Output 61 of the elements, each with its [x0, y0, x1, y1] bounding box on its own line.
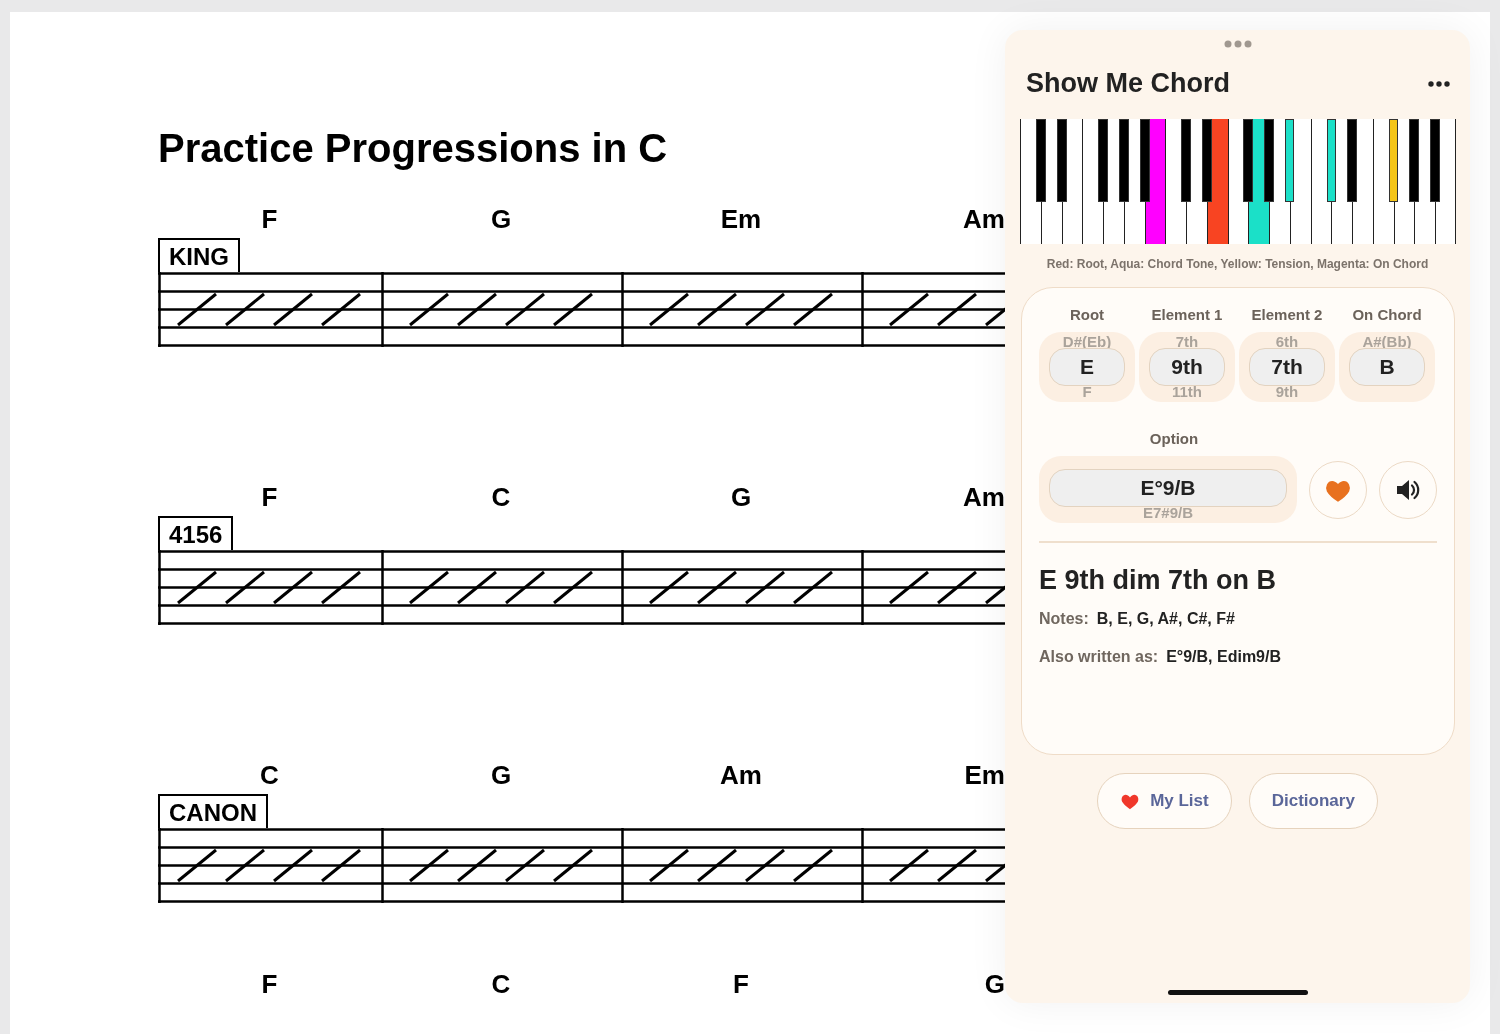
picker-option[interactable]: 7th	[1175, 334, 1199, 350]
chord-name: C	[491, 968, 511, 1001]
section-label: CANON	[158, 794, 268, 828]
handle-icon[interactable]	[1223, 40, 1252, 48]
chord-name: Em	[964, 759, 1005, 792]
chord-name: G	[490, 759, 512, 792]
picker-heading: Root	[1069, 306, 1105, 324]
chord-name: F	[733, 968, 749, 1001]
chord-name: F	[261, 968, 278, 1001]
picker-option[interactable]: 6th	[1275, 334, 1299, 350]
picker-heading: Element 2	[1251, 306, 1323, 324]
option-heading: Option	[1149, 430, 1199, 448]
chord-name: Am	[963, 481, 1005, 514]
picker-option[interactable]: A#(Bb)	[1362, 334, 1412, 350]
picker-value[interactable]: E	[1049, 348, 1125, 386]
also-written-label: Also written as:	[1039, 647, 1159, 666]
also-written-value: E°9/B, Edim9/B	[1166, 647, 1281, 666]
picker-option[interactable]: E7#9/B	[1142, 505, 1193, 521]
picker-heading: On Chord	[1352, 306, 1422, 324]
piano-key[interactable]	[1118, 119, 1129, 202]
picker-option[interactable]: 11th	[1172, 384, 1202, 400]
chord-name: G	[984, 968, 1005, 1001]
piano-key[interactable]	[1409, 119, 1420, 202]
picker-value[interactable]: 9th	[1149, 348, 1225, 386]
chord-name: G	[730, 481, 752, 514]
piano-key[interactable]	[1035, 119, 1046, 202]
chord-name: F	[261, 481, 278, 514]
section-label: 4156	[158, 516, 234, 550]
chord-name: G	[490, 203, 512, 236]
chord-name: Am	[963, 203, 1005, 236]
color-legend: Red: Root, Aqua: Chord Tone, Yellow: Tension, Magenta: On Chord	[1046, 257, 1429, 271]
piano-key[interactable]	[1285, 119, 1295, 202]
picker-option[interactable]: F	[1082, 384, 1092, 400]
notes-label: Notes:	[1039, 609, 1089, 628]
picker-heading: Element 1	[1151, 306, 1223, 324]
chord-name: Am	[720, 759, 762, 792]
chord-name-title: E 9th dim 7th on B	[1039, 564, 1277, 596]
piano-key[interactable]	[1326, 119, 1336, 202]
piano-key[interactable]	[1243, 119, 1254, 202]
speaker-icon	[1395, 477, 1421, 502]
picker-option[interactable]: D#(Eb)	[1062, 334, 1112, 350]
chord-name: C	[260, 759, 279, 792]
piano-key[interactable]	[1056, 119, 1067, 202]
chord-name: F	[261, 203, 278, 236]
piano-key[interactable]	[1389, 119, 1398, 202]
panel-title: Show Me Chord	[1026, 68, 1230, 99]
chord-name: C	[491, 481, 511, 514]
my-list-button[interactable]: My List	[1097, 773, 1232, 829]
notes-value: B, E, G, A#, C#, F#	[1096, 609, 1235, 628]
piano-key[interactable]	[1201, 119, 1212, 202]
dictionary-button[interactable]: Dictionary	[1248, 773, 1378, 829]
option-value[interactable]: E°9/B	[1049, 468, 1287, 507]
heart-icon	[1120, 792, 1141, 810]
sheet-title: Practice Progressions in C	[158, 125, 669, 171]
picker-value[interactable]: B	[1349, 348, 1425, 386]
more-icon[interactable]	[1428, 80, 1450, 87]
section-label: KING	[158, 238, 240, 272]
chord-name: Em	[720, 203, 762, 236]
piano-key[interactable]	[1139, 119, 1150, 202]
picker-option[interactable]: 9th	[1275, 384, 1299, 400]
picker-value[interactable]: 7th	[1249, 348, 1325, 386]
